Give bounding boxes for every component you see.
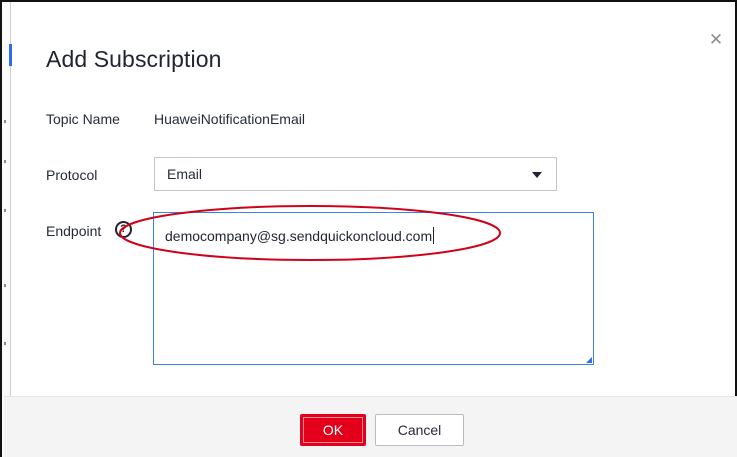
background-mark: [4, 120, 6, 123]
endpoint-textarea[interactable]: democompany@sg.sendquickoncloud.com: [153, 212, 594, 365]
endpoint-value: democompany@sg.sendquickoncloud.com: [165, 227, 435, 244]
background-page-edge: [2, 2, 12, 457]
cancel-button-label: Cancel: [397, 422, 442, 438]
dialog-footer: OK Cancel: [4, 396, 737, 457]
topic-name-label: Topic Name: [46, 111, 120, 127]
dialog-title: Add Subscription: [46, 46, 222, 72]
close-icon[interactable]: ✕: [708, 31, 724, 48]
chevron-down-icon: [532, 172, 542, 178]
background-mark: [4, 342, 6, 345]
endpoint-label: Endpoint: [46, 223, 102, 239]
help-icon[interactable]: ?: [115, 221, 132, 238]
topic-name-value: HuaweiNotificationEmail: [154, 111, 305, 127]
background-mark: [4, 209, 6, 212]
background-mark: [4, 284, 6, 287]
ok-button-label: OK: [322, 422, 344, 438]
protocol-select[interactable]: Email: [154, 157, 557, 191]
protocol-selected-value: Email: [167, 166, 203, 182]
ok-button[interactable]: OK: [300, 414, 366, 446]
cancel-button[interactable]: Cancel: [375, 414, 464, 446]
resize-handle[interactable]: [586, 357, 592, 363]
background-accent: [9, 44, 12, 66]
protocol-label: Protocol: [46, 167, 98, 183]
text-cursor: [433, 227, 435, 244]
dialog-frame: Add Subscription ✕ Topic Name HuaweiNoti…: [0, 0, 737, 457]
background-mark: [4, 160, 6, 163]
